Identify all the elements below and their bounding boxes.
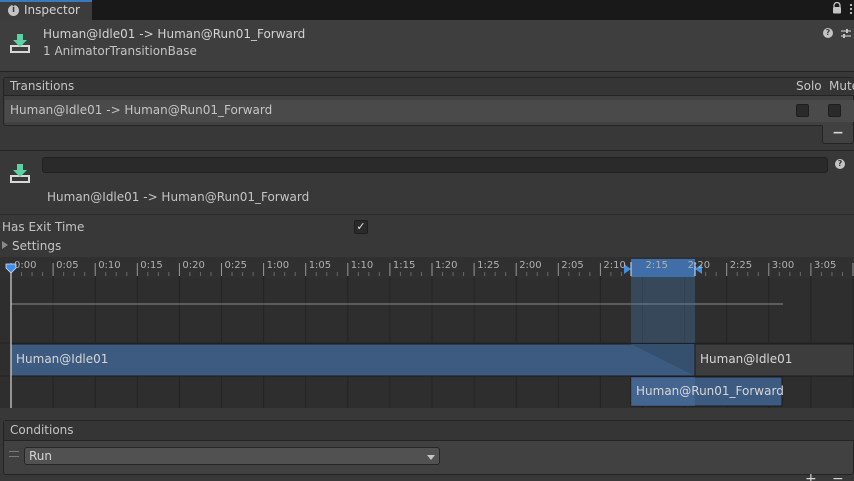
- tick-label: 0:05: [56, 260, 79, 271]
- tab-bar: i Inspector: [0, 0, 854, 20]
- header-title: Human@Idle01 -> Human@Run01_Forward: [43, 27, 306, 41]
- tick-label: 3:05: [813, 260, 837, 271]
- source-clip-bar[interactable]: [10, 343, 696, 377]
- dropdown-arrow-icon: [427, 455, 435, 460]
- mute-column-label: Mute: [829, 79, 854, 93]
- tick-label: 1:05: [308, 260, 332, 271]
- transition-timeline[interactable]: 0:00 0:05 0:10 0:15 0:20 0:25 1:00 1:05 1:10 1:15…: [0, 257, 854, 408]
- tick-label: 1:15: [392, 260, 416, 271]
- transition-icon: [10, 164, 30, 183]
- lock-icon[interactable]: [832, 2, 842, 14]
- conditions-header: Conditions: [4, 421, 854, 441]
- settings-foldout[interactable]: Settings: [2, 239, 72, 255]
- add-condition-button[interactable]: +: [805, 471, 817, 481]
- mute-checkbox[interactable]: [828, 104, 841, 117]
- remove-condition-button[interactable]: −: [832, 471, 844, 481]
- help-icon[interactable]: ?: [823, 28, 833, 38]
- tick-label: 2:00: [519, 260, 542, 271]
- conditions-list: Conditions Run: [3, 420, 854, 475]
- transitions-label: Transitions: [10, 79, 75, 93]
- transition-row[interactable]: Human@Idle01 -> Human@Run01_Forward: [5, 100, 854, 122]
- transitions-header: Transitions Solo Mute: [4, 78, 854, 96]
- solo-checkbox[interactable]: [796, 104, 809, 117]
- header-subtitle: 1 AnimatorTransitionBase: [43, 44, 197, 58]
- source-clip-repeat-label: Human@Idle01: [700, 352, 793, 366]
- tick-label: 2:15: [645, 260, 668, 271]
- tick-label: 3:00: [771, 260, 795, 271]
- condition-row[interactable]: Run: [4, 445, 853, 467]
- transition-name-field[interactable]: [42, 157, 828, 173]
- has-exit-time-label: Has Exit Time: [2, 220, 85, 234]
- has-exit-time-checkbox[interactable]: ✓: [354, 220, 368, 234]
- divider: [0, 150, 854, 151]
- tick-label: 1:25: [477, 260, 500, 271]
- tick-label: 0:00: [14, 260, 37, 271]
- tick-label: 1:00: [266, 260, 290, 271]
- settings-label: Settings: [12, 239, 62, 253]
- transitions-list: Transitions Solo Mute Human@Idle01 -> Hu…: [3, 77, 854, 126]
- inspector-header: Human@Idle01 -> Human@Run01_Forward 1 An…: [0, 20, 854, 72]
- tick-label: 0:15: [140, 260, 163, 271]
- tick-label: 0:20: [182, 260, 205, 271]
- solo-column-label: Solo: [796, 79, 822, 93]
- destination-clip-label: Human@Run01_Forward: [636, 384, 784, 398]
- time-ruler: [0, 257, 854, 278]
- tick-label: 2:05: [561, 260, 584, 271]
- info-icon: i: [8, 5, 19, 16]
- help-icon[interactable]: ?: [835, 159, 845, 169]
- tab-title: Inspector: [24, 3, 80, 17]
- remove-transition-button[interactable]: −: [822, 125, 854, 144]
- transition-icon: [10, 34, 30, 53]
- presets-icon[interactable]: [840, 28, 852, 40]
- transition-row-label: Human@Idle01 -> Human@Run01_Forward: [10, 103, 273, 117]
- drag-handle-icon[interactable]: [9, 451, 19, 457]
- tab-inspector[interactable]: i Inspector: [0, 0, 92, 20]
- source-clip-label: Human@Idle01: [16, 352, 109, 366]
- tick-label: 1:10: [350, 260, 374, 271]
- tick-label: 0:10: [98, 260, 121, 271]
- tick-label: 2:20: [687, 260, 711, 271]
- foldout-arrow-icon: [2, 241, 8, 249]
- conditions-label: Conditions: [10, 423, 74, 437]
- tick-label: 1:20: [435, 260, 458, 271]
- tick-label: 2:10: [603, 260, 626, 271]
- tick-label: 2:25: [729, 260, 753, 271]
- condition-parameter-value: Run: [29, 449, 53, 463]
- condition-parameter-dropdown[interactable]: Run: [24, 447, 440, 465]
- transition-detail-name: Human@Idle01 -> Human@Run01_Forward: [47, 190, 310, 204]
- kebab-menu-icon[interactable]: [848, 3, 854, 15]
- divider: [0, 214, 854, 215]
- tick-label: 0:25: [224, 260, 247, 271]
